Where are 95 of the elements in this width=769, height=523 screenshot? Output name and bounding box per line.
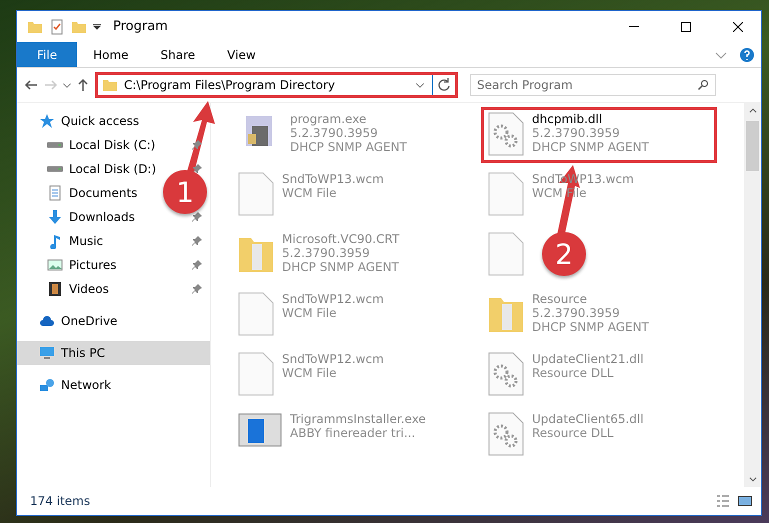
film-icon <box>47 281 63 297</box>
file-detail: DHCP SNMP AGENT <box>282 260 399 274</box>
file-detail: DHCP SNMP AGENT <box>532 320 649 334</box>
sidebar-label: Pictures <box>69 258 117 272</box>
ribbon-tab[interactable]: View <box>211 42 272 67</box>
sidebar-label: Downloads <box>69 210 135 224</box>
pin-icon[interactable] <box>192 212 202 222</box>
address-bar[interactable]: C:\Program Files\Program Directory <box>95 72 458 98</box>
file-item[interactable]: dhcpmib.dll 5.2.3790.3959 DHCP SNMP AGENT <box>481 107 717 163</box>
scrollbar-thumb[interactable] <box>746 121 759 171</box>
sidebar-item[interactable]: Music <box>47 233 104 249</box>
refresh-icon <box>436 77 452 93</box>
sidebar-item[interactable]: Pictures <box>47 257 117 273</box>
sidebar-item[interactable]: This PC <box>39 345 105 361</box>
sidebar-item[interactable]: Documents <box>47 185 138 201</box>
file-detail: WCM File <box>282 306 336 320</box>
file-name: UpdateClient65.dll <box>532 412 644 426</box>
file-icon <box>488 172 524 216</box>
file-detail: 5.2.3790.3959 <box>282 246 370 260</box>
file-name: SndToWP12.wcm <box>282 292 384 306</box>
sidebar-item[interactable]: Network <box>39 377 112 393</box>
file-detail: 5.2.3790.3959 <box>532 126 620 140</box>
file-icon <box>238 292 274 336</box>
sidebar-label: Local Disk (D:) <box>69 162 156 176</box>
music-note-icon <box>47 233 63 249</box>
scrollbar[interactable] <box>744 103 761 487</box>
down-arrow-icon <box>47 209 63 225</box>
sidebar-item[interactable]: Local Disk (C:) <box>47 138 156 152</box>
sidebar-item[interactable]: Downloads <box>47 209 135 225</box>
close-icon <box>733 22 743 32</box>
details-view-icon <box>715 493 731 509</box>
folder-icon <box>102 77 118 93</box>
sidebar-label: OneDrive <box>61 314 118 328</box>
pin-icon[interactable] <box>192 164 202 174</box>
sidebar-item[interactable]: Local Disk (D:) <box>47 162 156 176</box>
file-name: dhcpmib.dll <box>532 112 604 126</box>
file-detail: Resource DLL <box>532 426 614 440</box>
sidebar-label: Music <box>69 234 104 248</box>
ribbon-tab[interactable]: Home <box>77 42 145 67</box>
sidebar-label: This PC <box>61 346 105 360</box>
pin-icon[interactable] <box>192 260 202 270</box>
file-detail: DHCP SNMP AGENT <box>532 140 649 154</box>
file-icon <box>488 232 524 276</box>
monitor-icon <box>39 345 55 361</box>
star-icon <box>39 113 55 129</box>
document-icon <box>47 185 63 201</box>
sidebar-item[interactable]: Quick access <box>39 113 140 129</box>
customize-toolbar-icon[interactable] <box>93 24 101 30</box>
properties-icon <box>49 18 65 34</box>
pin-icon[interactable] <box>192 284 202 294</box>
search-field[interactable]: Search Program <box>470 74 716 96</box>
item-count: 174 items <box>30 494 90 508</box>
sidebar-item[interactable]: OneDrive <box>39 313 118 329</box>
file-detail: WCM File <box>282 186 336 200</box>
network-icon <box>39 377 55 393</box>
sidebar-label: Documents <box>69 186 138 200</box>
ribbon-tab[interactable]: Share <box>144 42 212 67</box>
file-name: SndToWP13.wcm <box>282 172 384 186</box>
file-name: UpdateClient21.dll <box>532 352 644 366</box>
file-name: program.exe <box>290 112 368 126</box>
sidebar-label: Network <box>61 378 112 392</box>
file-name: Resource <box>532 292 588 306</box>
sidebar-item[interactable]: Videos <box>47 281 109 297</box>
minimize-icon <box>629 26 639 27</box>
pin-icon[interactable] <box>192 140 202 150</box>
file-name: TrigrammsInstaller.exe <box>290 412 426 426</box>
file-icon <box>238 352 274 396</box>
file-icon <box>238 172 274 216</box>
file-detail: Resource DLL <box>532 366 614 380</box>
sidebar-label: Quick access <box>61 114 140 128</box>
file-detail: ABBY finereader tri... <box>290 426 416 440</box>
maximize-icon <box>681 22 691 32</box>
sidebar-label: Videos <box>69 282 109 296</box>
sidebar-label: Local Disk (C:) <box>69 138 156 152</box>
file-detail: WCM File <box>282 366 336 380</box>
gear-file-icon <box>488 412 524 456</box>
thumbnail-view-icon <box>737 493 753 509</box>
installer-window-icon <box>238 412 282 448</box>
chevron-down-icon[interactable] <box>63 82 71 88</box>
search-icon <box>697 77 709 93</box>
ribbon-tab[interactable]: File <box>17 42 78 67</box>
help-icon <box>739 46 755 62</box>
file-name: SndToWP12.wcm <box>282 352 384 366</box>
file-detail: 5.2.3790.3959 <box>532 306 620 320</box>
gear-file-icon <box>488 112 524 156</box>
pin-icon[interactable] <box>192 236 202 246</box>
gear-file-icon <box>488 352 524 396</box>
cloud-icon <box>39 313 55 329</box>
drive-icon <box>47 166 63 172</box>
file-name: Microsoft.VC90.CRT <box>282 232 400 246</box>
window-title: Program <box>113 19 168 34</box>
file-detail: DHCP SNMP AGENT <box>290 140 407 154</box>
drive-icon <box>47 142 63 148</box>
file-detail: 5.2.3790.3959 <box>290 126 378 140</box>
picture-icon <box>47 257 63 273</box>
